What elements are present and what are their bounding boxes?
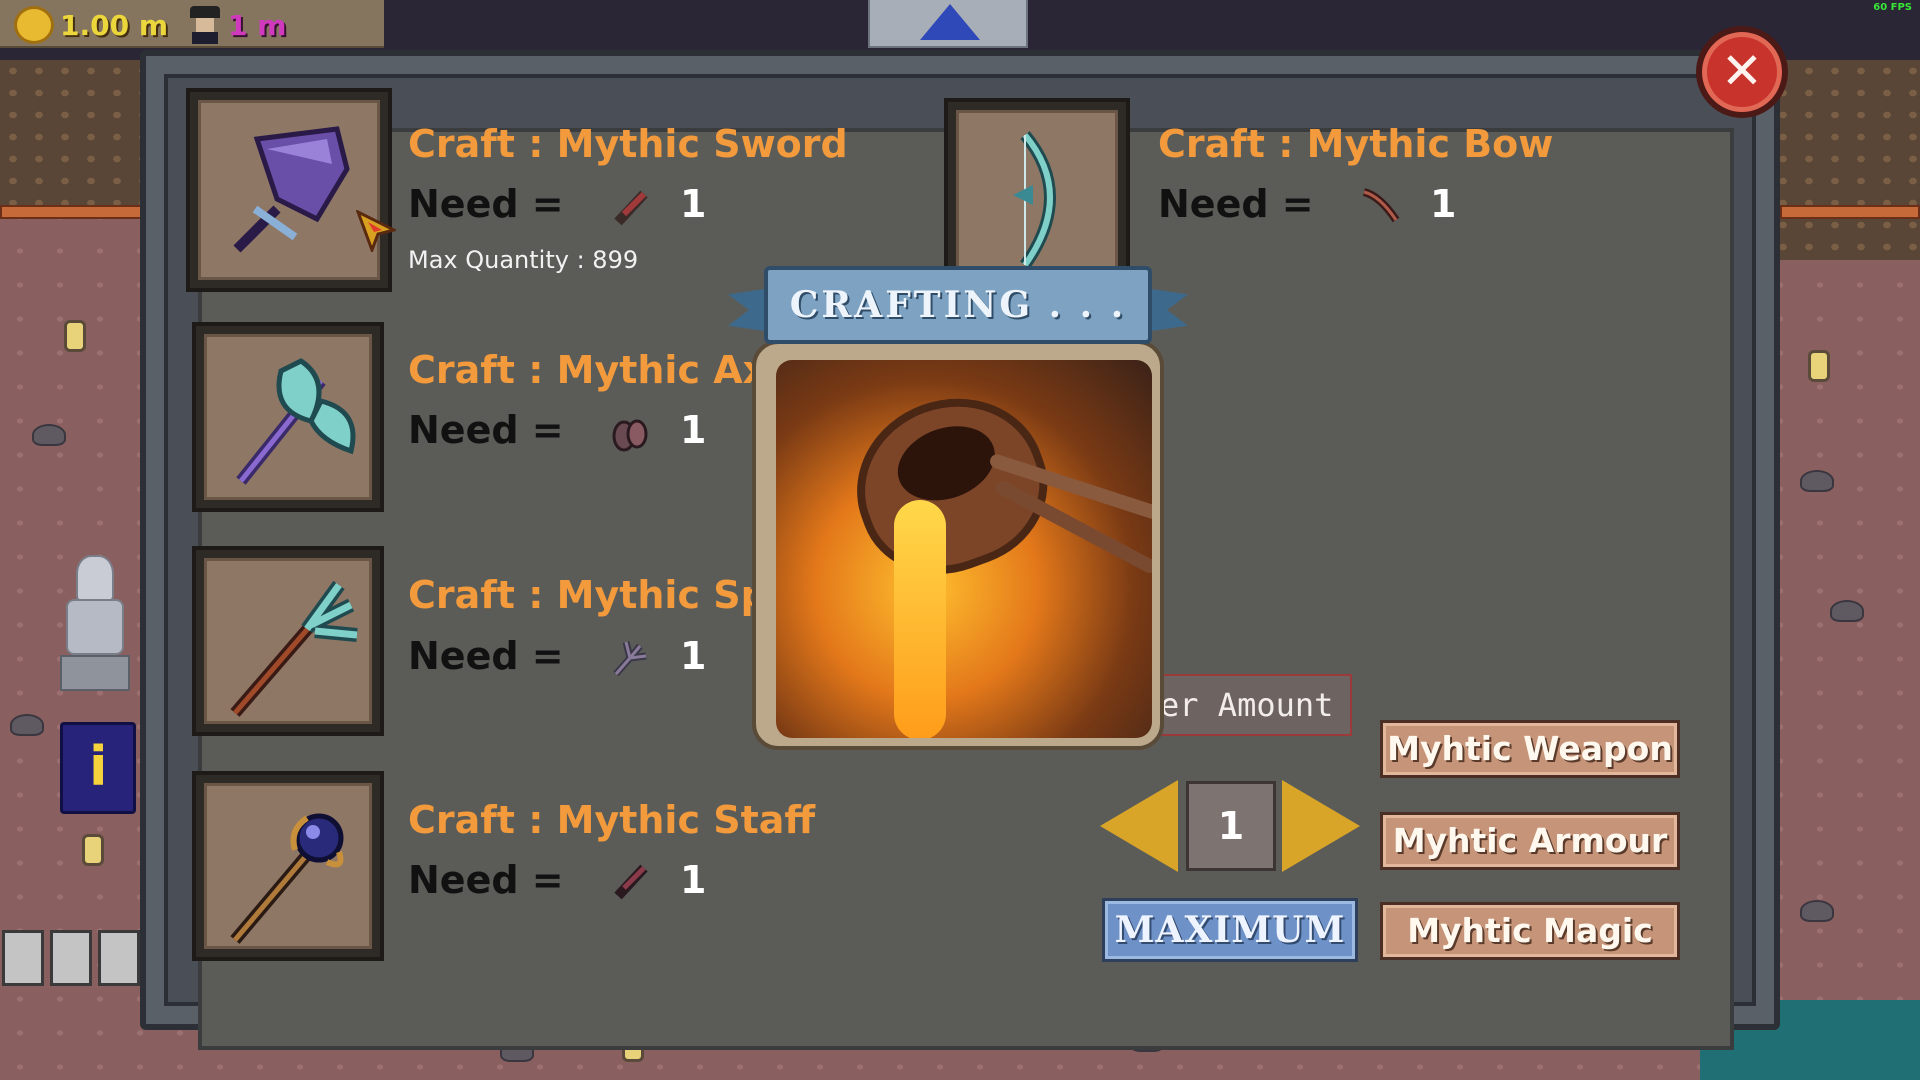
- claw-icon: [613, 641, 647, 677]
- gold-coin-icon: [14, 6, 54, 44]
- category-armour-button[interactable]: Myhtic Armour: [1380, 812, 1680, 870]
- wooden-beam-left: [0, 205, 150, 219]
- lantern-icon: [1808, 350, 1830, 382]
- lantern-icon: [64, 320, 86, 352]
- item-title: Craft : Mythic Sword: [408, 122, 848, 166]
- arrow-left-icon: [1100, 780, 1178, 872]
- increase-quantity-button[interactable]: [1282, 780, 1362, 872]
- need-quantity: 1: [680, 408, 707, 452]
- crafting-status-text: CRAFTING . . .: [764, 266, 1152, 344]
- need-label: Need =: [408, 858, 564, 902]
- need-label: Need =: [408, 634, 564, 678]
- need-label: Need =: [408, 182, 564, 226]
- need-label: Need =: [408, 408, 564, 452]
- maximum-button[interactable]: MAXIMUM: [1102, 898, 1358, 962]
- info-sign-icon[interactable]: i: [60, 722, 136, 814]
- rock: [1800, 470, 1834, 492]
- molten-metal-crucible-image: [776, 360, 1152, 738]
- gold-amount: 1.00 m: [60, 9, 169, 42]
- rock: [10, 714, 44, 736]
- hooded-statue: [58, 555, 132, 695]
- crafting-progress-modal: CRAFTING . . .: [728, 252, 1188, 752]
- feather-quill-icon: [614, 190, 648, 226]
- quantity-display[interactable]: 1: [1186, 781, 1276, 871]
- mythic-sword-icon: [233, 126, 350, 253]
- need-quantity: 1: [680, 634, 707, 678]
- mine-carts: [0, 930, 140, 990]
- arrow-up-icon: [920, 4, 980, 40]
- mythic-axe-icon: [236, 358, 356, 485]
- rock-wall-right: [1770, 60, 1920, 260]
- wooden-beam-right: [1780, 205, 1920, 219]
- scroll-up-tab[interactable]: [868, 0, 1028, 48]
- lantern-icon: [82, 834, 104, 866]
- worker-amount: 1 m: [228, 9, 287, 42]
- bow-limb-icon: [1362, 188, 1400, 223]
- item-slot-mythic-staff[interactable]: [192, 771, 384, 961]
- torch-stick-icon: [614, 864, 648, 900]
- mythic-staff-icon: [230, 813, 344, 944]
- rock-wall-left: [0, 60, 150, 210]
- category-weapon-button[interactable]: Myhtic Weapon: [1380, 720, 1680, 778]
- need-quantity: 1: [680, 182, 707, 226]
- info-letter-icon: i: [89, 735, 108, 798]
- category-magic-button[interactable]: Myhtic Magic: [1380, 902, 1680, 960]
- need-quantity: 1: [680, 858, 707, 902]
- max-quantity-label: Max Quantity : 899: [408, 246, 639, 274]
- rock: [1800, 900, 1834, 922]
- mythic-spear-icon: [230, 580, 358, 717]
- rock: [32, 424, 66, 446]
- need-quantity: 1: [1430, 182, 1457, 226]
- fps-counter: 60 FPS: [1873, 2, 1912, 13]
- arrow-right-icon: [1282, 780, 1360, 872]
- close-icon: ✕: [1721, 42, 1763, 100]
- need-label: Need =: [1158, 182, 1314, 226]
- item-slot-mythic-sword[interactable]: [186, 88, 392, 292]
- rock: [1830, 600, 1864, 622]
- item-title: Craft : Mythic Staff: [408, 798, 816, 842]
- crafting-banner: CRAFTING . . .: [728, 260, 1188, 344]
- resource-hud: 1.00 m 1 m: [0, 0, 384, 48]
- decrease-quantity-button[interactable]: [1100, 780, 1180, 872]
- item-title: Craft : Mythic Bow: [1158, 122, 1554, 166]
- close-button[interactable]: ✕: [1696, 26, 1788, 118]
- worker-icon: [186, 6, 224, 44]
- ore-chunk-icon: [612, 419, 648, 452]
- crafting-image-frame: [752, 340, 1164, 750]
- mouse-cursor-icon: [356, 210, 396, 252]
- item-slot-mythic-spear[interactable]: [192, 546, 384, 736]
- item-slot-mythic-axe[interactable]: [192, 322, 384, 512]
